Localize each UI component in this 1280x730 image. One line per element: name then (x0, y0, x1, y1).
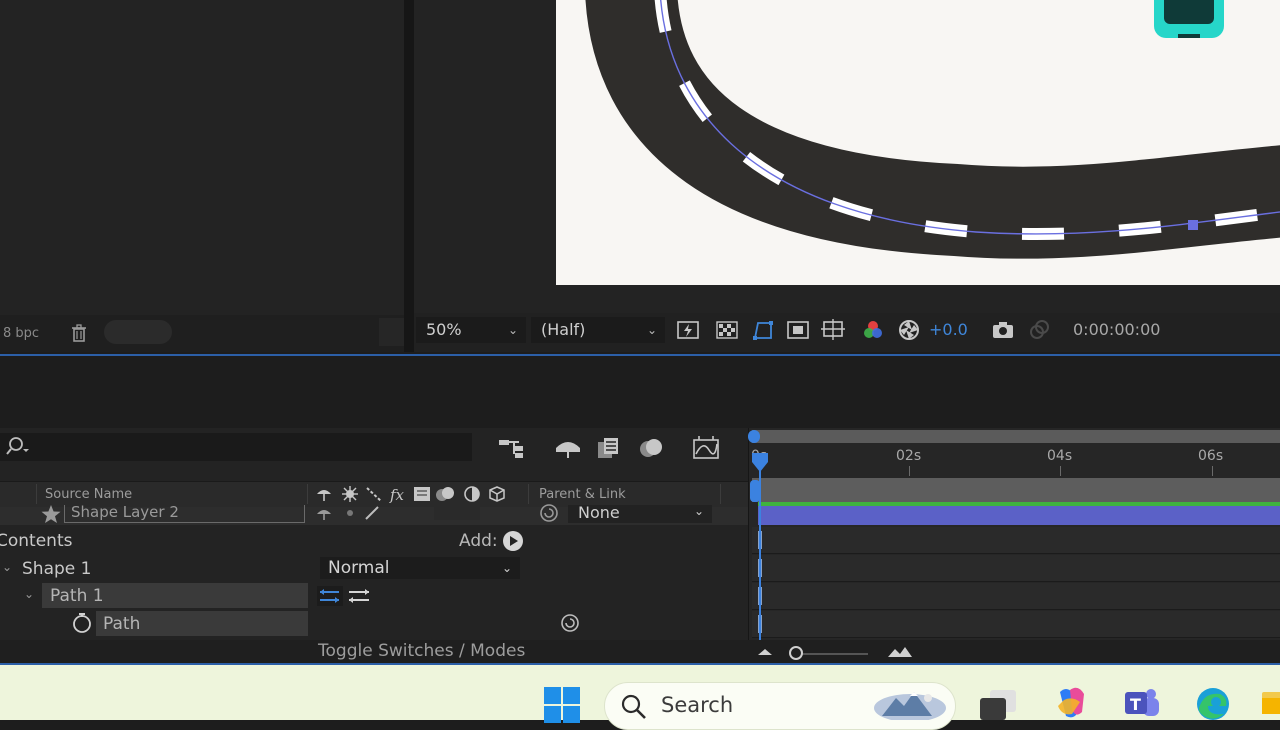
pick-whip-icon[interactable] (559, 612, 581, 638)
windows-start-icon[interactable] (543, 686, 581, 728)
track-path-group (752, 583, 1280, 610)
ruler-tick (1212, 466, 1213, 476)
timeline-zoom-footer (748, 640, 1280, 664)
task-view-icon[interactable] (978, 688, 1018, 724)
frame-blending-icon[interactable] (594, 434, 624, 462)
svg-text:T: T (1130, 695, 1141, 714)
region-of-interest-icon[interactable] (786, 318, 810, 342)
track-contents (752, 527, 1280, 554)
resolution-dropdown[interactable]: (Half) ⌄ (531, 317, 665, 343)
chevron-down-icon[interactable]: ⌄ (2, 560, 12, 574)
motion-blur-icon[interactable] (637, 434, 667, 462)
column-divider (720, 484, 721, 504)
contents-label[interactable]: Contents (0, 531, 72, 551)
ruler-label: 06s (1198, 448, 1224, 464)
layer-switches-header: fx (314, 484, 514, 504)
ruler-tick (1060, 466, 1061, 476)
color-channels-icon[interactable] (861, 318, 885, 342)
ruler-tick (909, 466, 910, 476)
path-group-label[interactable]: Path 1 (50, 586, 104, 606)
work-area-start-handle[interactable] (748, 430, 760, 443)
ruler-label: 04s (1047, 448, 1073, 464)
thumbnail-size-slider[interactable] (104, 320, 172, 344)
layer-name[interactable]: Shape Layer 2 (64, 505, 305, 523)
show-snapshot-icon[interactable] (1027, 318, 1051, 342)
project-panel (0, 0, 408, 352)
reset-exposure-icon[interactable] (897, 318, 921, 342)
track-shape (752, 555, 1280, 582)
graph-editor-icon[interactable] (691, 434, 721, 462)
panel-divider[interactable] (404, 0, 414, 352)
magnification-dropdown[interactable]: 50% ⌄ (416, 317, 526, 343)
ruler-label: 02s (896, 448, 922, 464)
layer-switches[interactable] (314, 504, 494, 526)
parent-dropdown[interactable]: None ⌄ (568, 505, 712, 523)
star-icon (40, 504, 62, 528)
composition-flowchart-icon[interactable] (497, 434, 527, 462)
search-icon[interactable] (4, 435, 34, 459)
trash-icon[interactable] (66, 320, 92, 346)
teams-icon[interactable]: T (1123, 686, 1163, 724)
path-direction-icon[interactable] (317, 585, 375, 611)
shape-group-label[interactable]: Shape 1 (22, 559, 91, 579)
column-divider (307, 484, 308, 504)
column-divider (528, 484, 529, 504)
parent-link-column[interactable]: Parent & Link (539, 487, 626, 502)
timeline-header-space (0, 356, 1280, 428)
fast-preview-icon[interactable] (676, 318, 700, 342)
bit-depth-button[interactable]: 8 bpc (3, 326, 39, 341)
playhead-handle[interactable] (751, 452, 769, 478)
composition-track (752, 478, 1280, 502)
svg-text:fx: fx (389, 486, 405, 504)
zoom-out-icon[interactable] (756, 645, 774, 663)
grid-guides-icon[interactable] (821, 318, 845, 342)
copilot-icon[interactable] (1052, 686, 1090, 724)
current-time-display[interactable]: 0:00:00:00 (1073, 318, 1160, 342)
stopwatch-icon[interactable] (71, 612, 93, 638)
snapshot-icon[interactable] (991, 318, 1015, 342)
layer-bar[interactable] (758, 506, 1280, 525)
column-divider (36, 484, 37, 504)
path-property-label[interactable]: Path (103, 614, 140, 634)
file-explorer-icon[interactable] (1262, 688, 1280, 722)
layer-in-handle[interactable] (750, 480, 760, 502)
mask-path-visibility-icon[interactable] (751, 318, 775, 342)
taskbar-search-label: Search (661, 693, 734, 717)
work-area-bar[interactable] (752, 430, 1280, 443)
track-path (752, 611, 1280, 638)
exposure-value[interactable]: +0.0 (929, 318, 968, 342)
footer-divider (379, 318, 407, 346)
composition-canvas[interactable] (556, 0, 1280, 285)
blend-mode-dropdown[interactable]: Normal ⌄ (320, 557, 520, 579)
search-icon (620, 693, 648, 725)
pick-whip-icon[interactable] (538, 503, 560, 527)
source-name-column[interactable]: Source Name (45, 487, 132, 502)
project-footer (0, 315, 408, 352)
add-menu-icon[interactable] (502, 530, 524, 556)
widgets-icon[interactable] (872, 684, 948, 724)
timeline-search-input[interactable] (0, 433, 472, 461)
draft-3d-icon[interactable] (553, 434, 583, 462)
chevron-down-icon[interactable]: ⌄ (24, 587, 34, 601)
zoom-slider-thumb[interactable] (789, 646, 803, 660)
edge-icon[interactable] (1194, 686, 1232, 726)
toggle-switches-modes-button[interactable]: Toggle Switches / Modes (318, 641, 525, 661)
add-label: Add: (459, 531, 498, 551)
zoom-in-icon[interactable] (886, 644, 914, 664)
transparency-grid-icon[interactable] (715, 318, 739, 342)
